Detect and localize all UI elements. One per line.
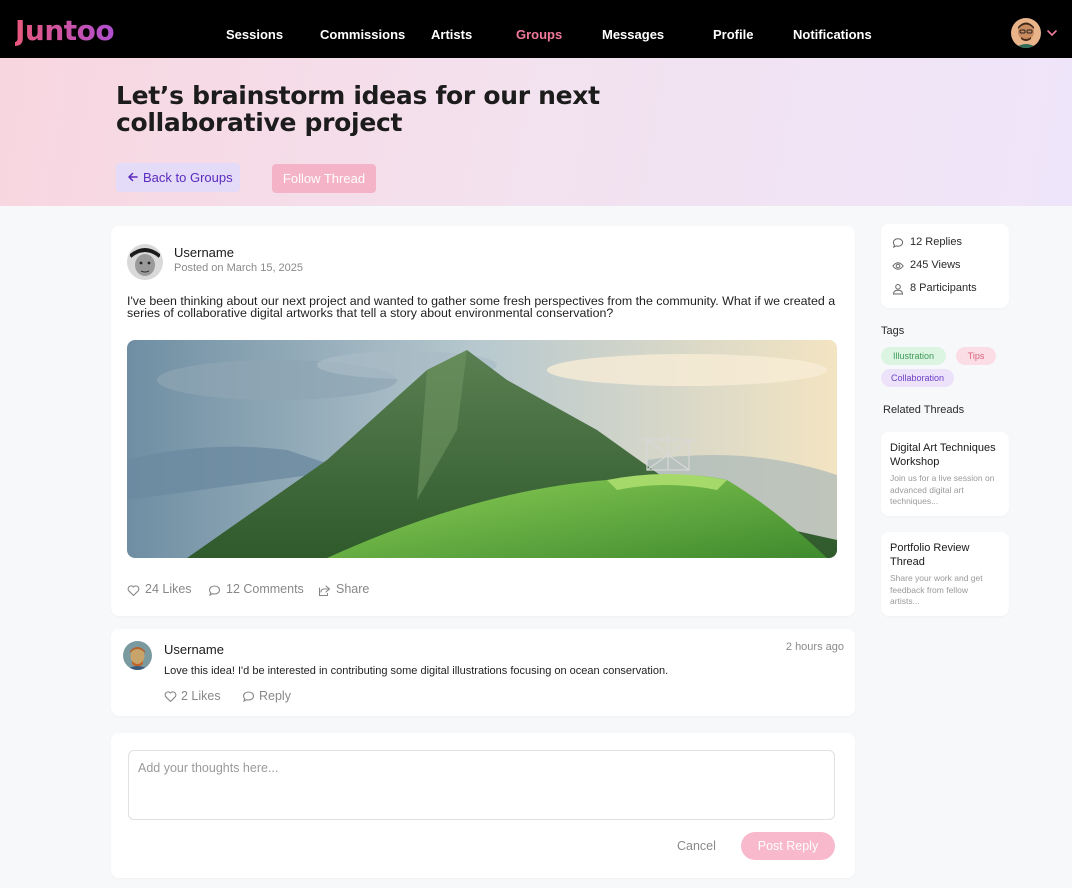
nav-sessions[interactable]: Sessions: [226, 27, 283, 42]
comment-like-count: 2 Likes: [181, 689, 221, 703]
user-icon: [892, 284, 904, 295]
related-thread-title: Digital Art Techniques Workshop: [890, 442, 996, 468]
comment-card: Username 2 hours ago Love this idea! I'd…: [111, 629, 855, 716]
back-to-groups-button[interactable]: Back to Groups: [116, 163, 240, 192]
post-image: [127, 340, 837, 558]
views-count: 245 Views: [910, 259, 961, 271]
tag-collaboration[interactable]: Collaboration: [881, 369, 954, 387]
share-button[interactable]: Share: [318, 582, 378, 600]
eye-icon: [892, 262, 904, 270]
comment-like-button[interactable]: 2 Likes: [164, 689, 224, 705]
comment-icon: [892, 238, 904, 249]
related-thread-desc: Share your work and get feedback from fe…: [890, 573, 983, 606]
post-author-name[interactable]: Username: [174, 245, 234, 260]
nav-commissions[interactable]: Commissions: [320, 27, 405, 42]
like-button[interactable]: 24 Likes: [127, 582, 207, 600]
tags-heading: Tags: [881, 325, 905, 337]
chevron-down-icon[interactable]: [1045, 26, 1059, 40]
tag-illustration[interactable]: Illustration: [881, 347, 946, 365]
comment-icon: [208, 585, 221, 597]
thread-post-card: Username Posted on March 15, 2025 I've b…: [111, 226, 855, 616]
back-button-label: Back to Groups: [143, 170, 233, 185]
nav-groups[interactable]: Groups: [516, 27, 562, 42]
thread-title: Let’s brainstorm ideas for our next coll…: [116, 81, 600, 137]
thread-stats-card: 12 Replies 245 Views 8 Participants: [881, 224, 1009, 308]
heart-icon: [127, 585, 140, 597]
post-date: Posted on March 15, 2025: [174, 262, 304, 274]
share-label: Share: [336, 582, 370, 596]
thread-header: Let’s brainstorm ideas for our next coll…: [0, 58, 1072, 206]
post-author-avatar[interactable]: [127, 244, 163, 280]
nav-notifications[interactable]: Notifications: [793, 27, 872, 42]
participants-stat: 8 Participants: [892, 282, 1002, 296]
share-icon: [318, 585, 331, 597]
comment-icon: [242, 691, 255, 703]
reply-label: Reply: [259, 689, 291, 703]
like-count: 24 Likes: [145, 582, 192, 596]
related-thread-title: Portfolio Review Thread: [890, 542, 970, 568]
commenter-avatar[interactable]: [123, 641, 152, 670]
user-avatar[interactable]: [1011, 18, 1041, 48]
participants-count: 8 Participants: [910, 282, 977, 294]
post-reply-button[interactable]: Post Reply: [741, 832, 835, 860]
replies-count: 12 Replies: [910, 236, 962, 248]
juntoo-logo[interactable]: Juntoo: [15, 14, 115, 47]
commenter-name[interactable]: Username: [164, 642, 224, 657]
comment-reply-button[interactable]: Reply: [242, 689, 297, 705]
views-stat: 245 Views: [892, 259, 1002, 273]
tag-tips[interactable]: Tips: [956, 347, 996, 365]
reply-textarea[interactable]: [128, 750, 835, 820]
comments-button[interactable]: 12 Comments: [208, 582, 308, 600]
comment-count: 12 Comments: [226, 582, 304, 596]
comment-body: Love this idea! I'd be interested in con…: [164, 665, 669, 677]
follow-thread-button[interactable]: Follow Thread: [272, 164, 376, 193]
heart-icon: [164, 691, 177, 703]
arrow-left-icon: [128, 172, 138, 182]
related-threads-heading: Related Threads: [883, 404, 965, 416]
post-body: I've been thinking about our next projec…: [127, 294, 836, 320]
comment-timestamp: 2 hours ago: [785, 641, 844, 653]
related-thread-card[interactable]: Digital Art Techniques Workshop Join us …: [881, 432, 1009, 516]
reply-composer: Cancel Post Reply: [111, 733, 855, 878]
nav-profile[interactable]: Profile: [713, 27, 753, 42]
cancel-button[interactable]: Cancel: [677, 839, 716, 853]
nav-artists[interactable]: Artists: [431, 27, 472, 42]
related-thread-card[interactable]: Portfolio Review Thread Share your work …: [881, 532, 1009, 616]
top-nav: Juntoo Sessions Commissions Artists Grou…: [0, 0, 1072, 58]
related-thread-desc: Join us for a live session on advanced d…: [890, 473, 995, 506]
nav-messages[interactable]: Messages: [602, 27, 664, 42]
replies-stat: 12 Replies: [892, 236, 1002, 250]
